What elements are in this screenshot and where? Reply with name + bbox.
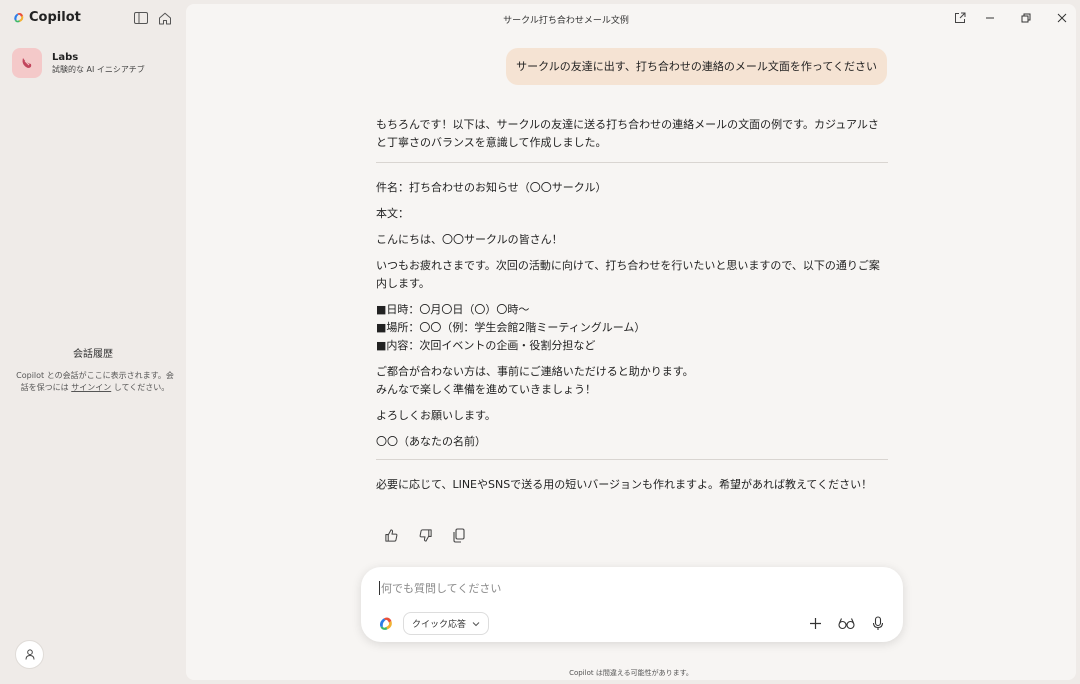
email-paragraph: いつもお疲れさまです。次回の活動に向けて、打ち合わせを行いたいと思いますので、以… (376, 259, 880, 290)
main-panel: サークル打ち合わせメール文例 サークルの友達に出す、打ち合わせの連絡のメール文面… (186, 4, 1076, 680)
labs-flask-icon (12, 48, 42, 78)
email-body-label: 本文： (376, 207, 409, 220)
thumbs-up-icon[interactable] (382, 526, 400, 544)
copilot-logo-icon (379, 617, 392, 630)
minimize-icon[interactable] (980, 10, 1000, 26)
email-subject: 件名：打ち合わせのお知らせ（〇〇サークル） (376, 181, 607, 194)
thumbs-down-icon[interactable] (416, 526, 434, 544)
email-paragraph-line: ご都合が合わない方は、事前にご連絡いただけると助かります。 (376, 365, 694, 378)
history-text-after: してください。 (111, 383, 170, 392)
disclaimer: Copilot は間違える可能性があります。 (569, 669, 693, 677)
email-paragraph-line: みんなで楽しく準備を進めていきましょう！ (376, 383, 596, 396)
email-closing: よろしくお願いします。 (376, 409, 496, 422)
email-content: ■内容：次回イベントの企画・役割分担など (376, 339, 596, 352)
composer: クイック応答 (361, 567, 903, 642)
app-name: Copilot (29, 10, 81, 25)
vision-glasses-icon[interactable] (837, 614, 855, 632)
sidebar-toggle-icon[interactable] (132, 9, 150, 27)
chevron-down-icon (472, 621, 480, 626)
copilot-brand[interactable]: Copilot (12, 10, 81, 25)
add-icon[interactable] (806, 614, 824, 632)
microphone-icon[interactable] (869, 614, 887, 632)
feedback-actions (382, 526, 468, 544)
copy-icon[interactable] (450, 526, 468, 544)
response-mode-label: クイック応答 (412, 620, 467, 630)
email-date: ■日時：〇月〇日（〇）〇時〜 (376, 303, 530, 316)
response-intro: もちろんです！以下は、サークルの友達に送る打ち合わせの連絡メールの文面の例です。… (376, 118, 879, 149)
user-icon (25, 649, 34, 660)
sign-in-link[interactable]: サインイン (71, 383, 111, 392)
email-greeting: こんにちは、〇〇サークルの皆さん！ (376, 233, 563, 246)
text-caret (379, 581, 380, 595)
sidebar: Copilot Labs 試験的な AI イニシアチブ 会話履歴 Copilot… (0, 0, 186, 684)
divider (376, 459, 888, 460)
open-in-window-icon[interactable] (950, 10, 970, 26)
email-place: ■場所：〇〇（例：学生会館2階ミーティングルーム） (376, 321, 646, 334)
message-input[interactable] (381, 579, 861, 597)
response-mode-dropdown[interactable]: クイック応答 (403, 612, 490, 635)
account-button[interactable] (15, 640, 44, 669)
labs-title: Labs (52, 51, 79, 63)
divider (376, 162, 888, 163)
history-title: 会話履歴 (73, 349, 113, 360)
home-icon[interactable] (156, 9, 174, 27)
conversation-title: サークル打ち合わせメール文例 (503, 16, 629, 26)
copilot-logo-icon (14, 12, 24, 23)
close-icon[interactable] (1052, 10, 1072, 26)
labs-subtitle: 試験的な AI イニシアチブ (52, 64, 145, 74)
restore-icon[interactable] (1016, 10, 1036, 26)
labs-item[interactable]: Labs 試験的な AI イニシアチブ (12, 48, 145, 78)
response-outro: 必要に応じて、LINEやSNSで送る用の短いバージョンも作れますよ。希望があれば… (376, 478, 873, 491)
assistant-response: もちろんです！以下は、サークルの友達に送る打ち合わせの連絡メールの文面の例です。… (376, 116, 888, 502)
history-description: Copilot との会話がここに表示されます。会話を保つには サインイン してく… (16, 370, 174, 394)
email-signature: 〇〇（あなたの名前） (376, 435, 486, 448)
user-message: サークルの友達に出す、打ち合わせの連絡のメール文面を作ってください (506, 48, 887, 85)
